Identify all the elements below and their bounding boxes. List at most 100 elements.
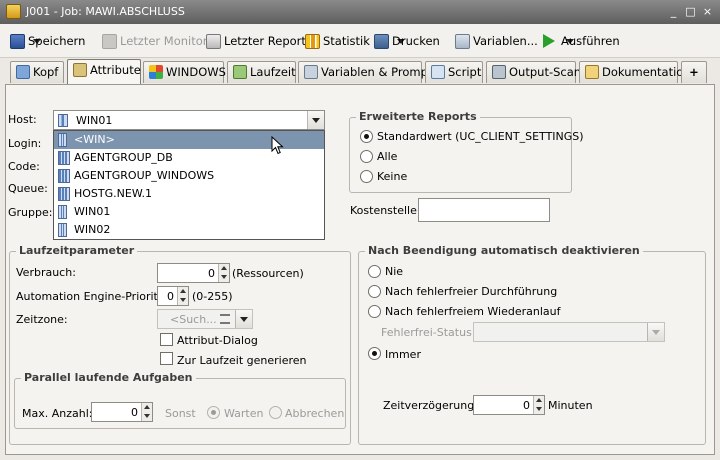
add-tab-button[interactable]: + <box>681 61 707 83</box>
code-label: Code: <box>8 160 40 173</box>
spin-arrows-icon[interactable] <box>141 403 152 421</box>
maximize-button[interactable]: □ <box>684 5 697 18</box>
wait-label: Warten <box>224 407 264 420</box>
spin-arrows-icon[interactable] <box>533 396 544 414</box>
auto-deactivate-legend: Nach Beendigung automatisch deaktivieren <box>365 244 643 257</box>
delay-label: Zeitverzögerung: <box>383 399 478 412</box>
report-all-radio[interactable] <box>360 150 373 163</box>
save-icon <box>10 33 25 49</box>
runtime-icon <box>233 65 247 79</box>
runtime-parameters-legend: Laufzeitparameter <box>16 244 138 257</box>
generate-at-runtime-label: Zur Laufzeit generieren <box>177 354 307 367</box>
report-all-label: Alle <box>377 150 398 163</box>
report-none-radio[interactable] <box>360 170 373 183</box>
print-button[interactable]: Drucken <box>374 33 440 51</box>
priority-stepper[interactable]: 0 <box>157 286 189 306</box>
queue-label: Queue: <box>8 182 48 195</box>
timezone-placeholder: <Such... <box>170 313 217 326</box>
execute-button[interactable]: Ausführen <box>543 33 620 51</box>
list-icon[interactable] <box>220 314 230 324</box>
tab-documentation[interactable]: Dokumentation <box>579 61 691 83</box>
tab-bar: Kopf Attribute WINDOWS Laufzeit Variable… <box>0 58 720 84</box>
usage-label: Verbrauch: <box>16 266 76 279</box>
host-combobox[interactable]: WIN01 <box>53 110 325 130</box>
never-label: Nie <box>385 265 404 278</box>
dropdown-item-agentgroup-windows[interactable]: AGENTGROUP_WINDOWS <box>54 167 324 185</box>
tab-runtime[interactable]: Laufzeit <box>227 61 296 83</box>
last-monitor-button[interactable]: Letzter Monitor <box>102 33 208 51</box>
chevron-down-icon[interactable] <box>307 111 324 129</box>
hostgroup-icon <box>58 187 70 201</box>
after-restart-radio[interactable] <box>368 305 381 318</box>
printer-icon <box>374 33 389 49</box>
timezone-label: Zeitzone: <box>16 313 68 326</box>
header-icon <box>16 65 30 79</box>
play-icon <box>543 34 555 48</box>
variables-icon <box>455 33 470 49</box>
last-report-button[interactable]: Letzter Report <box>206 33 306 51</box>
else-label: Sonst <box>165 407 196 420</box>
report-default-label: Standardwert (UC_CLIENT_SETTINGS) <box>377 130 584 143</box>
save-button[interactable]: Speichern <box>10 33 85 51</box>
windows-icon <box>149 65 163 79</box>
login-label: Login: <box>8 137 42 150</box>
monitor-icon <box>102 33 117 49</box>
tab-windows[interactable]: WINDOWS <box>143 61 226 83</box>
never-radio[interactable] <box>368 265 381 278</box>
priority-label: Automation Engine-Priorität: <box>16 290 173 303</box>
attributes-icon <box>73 63 87 77</box>
tab-variables-prompts[interactable]: Variablen & Prompts <box>298 61 438 83</box>
always-radio[interactable] <box>368 347 381 360</box>
window-title: J001 - Job: MAWI.ABSCHLUSS <box>26 5 185 18</box>
tab-header[interactable]: Kopf <box>10 61 64 83</box>
host-icon <box>58 133 67 147</box>
cost-center-label: Kostenstelle: <box>350 204 421 217</box>
chart-icon <box>305 33 320 49</box>
minimize-button[interactable]: _ <box>667 5 680 18</box>
parallel-tasks-group: Parallel laufende Aufgaben <box>14 371 346 429</box>
tab-attributes[interactable]: Attribute <box>67 59 141 84</box>
delay-stepper[interactable]: 0 <box>473 395 545 415</box>
document-icon <box>585 65 599 79</box>
spin-arrows-icon[interactable] <box>177 287 188 305</box>
attribute-dialog-checkbox[interactable] <box>160 333 173 346</box>
hostgroup-icon <box>58 169 70 183</box>
wait-radio[interactable] <box>207 406 220 419</box>
priority-range: (0-255) <box>192 290 233 303</box>
host-label: Host: <box>8 113 37 126</box>
always-label: Immer <box>385 348 421 361</box>
delay-unit: Minuten <box>548 399 593 412</box>
dropdown-item-win02[interactable]: WIN02 <box>54 221 324 239</box>
abort-radio[interactable] <box>269 406 282 419</box>
report-icon <box>206 33 221 49</box>
host-value: WIN01 <box>76 114 113 127</box>
report-default-radio[interactable] <box>360 130 373 143</box>
report-none-label: Keine <box>377 170 408 183</box>
timezone-combobox[interactable]: <Such... <box>157 309 253 329</box>
generate-at-runtime-checkbox[interactable] <box>160 352 173 365</box>
variables-button[interactable]: Variablen... <box>455 33 538 51</box>
abort-label: Abbrechen <box>285 407 345 420</box>
scan-icon <box>492 65 506 79</box>
dropdown-item-hostg-new-1[interactable]: HOSTG.NEW.1 <box>54 185 324 203</box>
hostgroup-icon <box>58 151 70 165</box>
tab-output-scan[interactable]: Output-Scan <box>486 61 581 83</box>
success-status-combobox[interactable] <box>473 322 665 342</box>
close-button[interactable]: × <box>701 5 714 18</box>
spin-arrows-icon[interactable] <box>218 264 229 282</box>
variables-icon <box>304 65 318 79</box>
extended-reports-legend: Erweiterte Reports <box>356 110 480 123</box>
chevron-down-icon[interactable] <box>235 310 252 328</box>
usage-stepper[interactable]: 0 <box>157 263 230 283</box>
chevron-down-icon[interactable] <box>647 323 664 341</box>
host-icon <box>58 205 67 219</box>
parallel-tasks-legend: Parallel laufende Aufgaben <box>21 371 196 384</box>
dropdown-item-win01[interactable]: WIN01 <box>54 203 324 221</box>
max-count-stepper[interactable]: 0 <box>91 402 153 422</box>
statistics-button[interactable]: Statistik <box>305 33 370 51</box>
attribute-dialog-label: Attribut-Dialog <box>177 334 258 347</box>
tab-script[interactable]: Script <box>425 61 483 83</box>
mouse-cursor-icon <box>271 136 284 155</box>
cost-center-input[interactable] <box>418 198 550 222</box>
after-success-radio[interactable] <box>368 285 381 298</box>
